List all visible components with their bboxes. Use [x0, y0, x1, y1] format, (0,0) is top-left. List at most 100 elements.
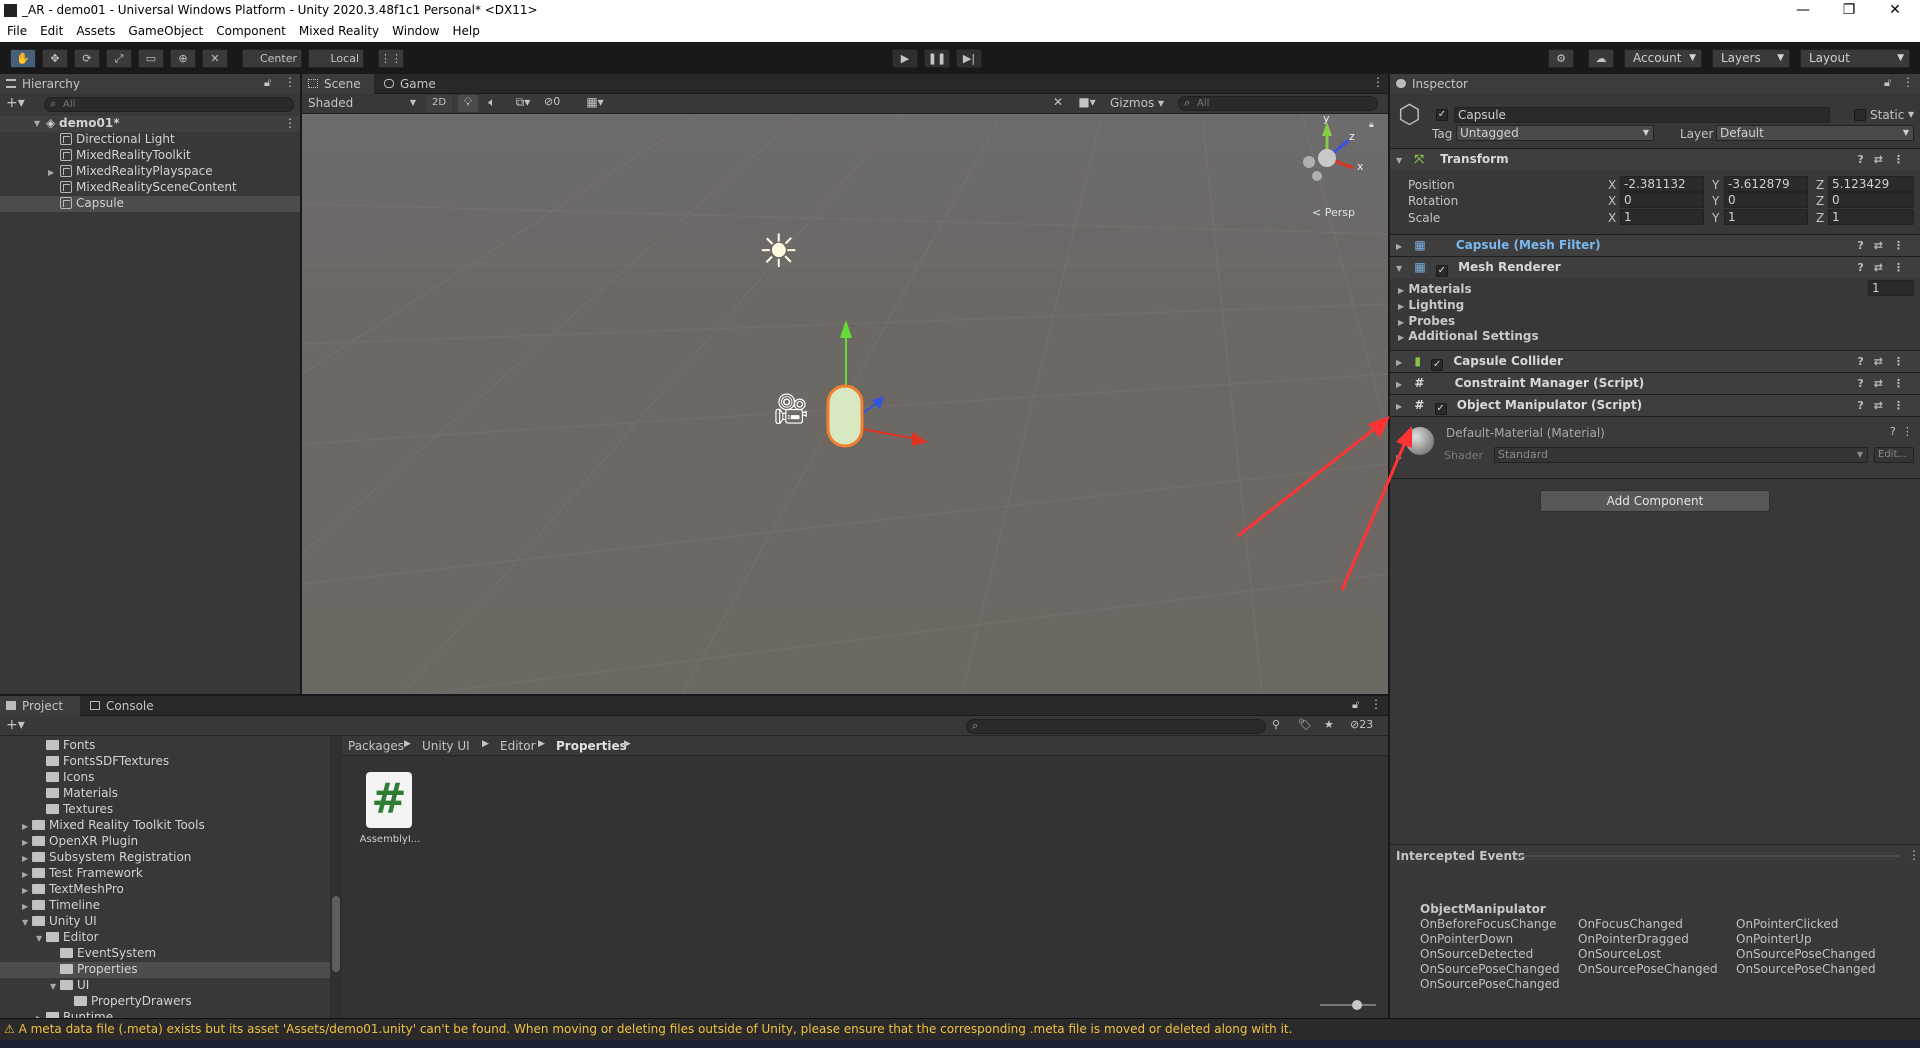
project-folder-row[interactable]: ▼ UI: [0, 978, 330, 994]
project-folder-row[interactable]: PropertyDrawers: [0, 994, 330, 1010]
lighting-toggle-icon[interactable]: 💡︎: [458, 95, 478, 112]
asset-label[interactable]: AssemblyI...: [352, 834, 428, 845]
tab-inspector[interactable]: Inspector: [1390, 74, 1920, 94]
step-button[interactable]: ▶|: [956, 49, 982, 68]
kebab-menu-icon[interactable]: ⋮: [1908, 848, 1920, 862]
tab-project[interactable]: Project: [0, 696, 80, 716]
fold-arrow-icon[interactable]: ▶: [22, 867, 32, 882]
tab-hierarchy[interactable]: Hierarchy: [0, 74, 300, 94]
layout-dropdown[interactable]: Layout ▼: [1800, 49, 1910, 68]
shader-edit-button[interactable]: Edit...: [1874, 447, 1914, 463]
hierarchy-item-selected[interactable]: Capsule: [0, 196, 300, 212]
scale-x-field[interactable]: 1: [1620, 209, 1704, 225]
scene-viewport[interactable]: ☀ 🎥︎ y z x 🔒︎ < Persp: [302, 114, 1388, 694]
project-folder-row[interactable]: FontsSDFTextures: [0, 754, 330, 770]
tree-scrollbar[interactable]: [330, 736, 342, 1018]
menu-window[interactable]: Window: [385, 22, 445, 38]
component-header-icons[interactable]: ?⇄⋮: [1857, 395, 1914, 416]
object-manipulator-enabled-checkbox[interactable]: ✓: [1434, 403, 1447, 415]
mesh-renderer-enabled-checkbox[interactable]: ✓: [1435, 265, 1448, 277]
project-folder-row[interactable]: ▶ TextMeshPro: [0, 882, 330, 898]
effects-dropdown-icon[interactable]: ⧉▾: [506, 95, 540, 112]
lock-icon[interactable]: 🔒︎: [1369, 120, 1374, 130]
material-name[interactable]: Default-Material (Material): [1446, 426, 1605, 440]
lighting-foldout[interactable]: ▶ Lighting: [1390, 298, 1920, 312]
breadcrumb-item-current[interactable]: Properties: [556, 739, 627, 753]
kebab-menu-icon[interactable]: ⋮: [1902, 75, 1914, 89]
scale-tool-icon[interactable]: ⤢: [106, 49, 132, 68]
collab-icon[interactable]: ⚙: [1548, 49, 1574, 68]
component-header-icons[interactable]: ?⇄⋮: [1857, 373, 1914, 394]
scene-root-row[interactable]: ▼ ◈ demo01* ⋮: [0, 116, 300, 132]
fold-arrow-icon[interactable]: ▶: [22, 819, 32, 834]
kebab-menu-icon[interactable]: ⋮: [1372, 75, 1384, 89]
capsule-collider-enabled-checkbox[interactable]: ✓: [1431, 359, 1444, 371]
position-y-field[interactable]: -3.612879: [1724, 176, 1808, 192]
pivot-center-button[interactable]: Center: [242, 49, 302, 68]
additional-settings-foldout[interactable]: ▶ Additional Settings: [1390, 329, 1920, 343]
static-checkbox[interactable]: [1854, 109, 1866, 121]
capsule-collider-header[interactable]: ▶ ▮ ✓ Capsule Collider ?⇄⋮: [1390, 350, 1920, 372]
zoom-slider-thumb[interactable]: [1352, 1000, 1362, 1010]
rotation-y-field[interactable]: 0: [1724, 192, 1808, 208]
project-folder-row[interactable]: ▶ Mixed Reality Toolkit Tools: [0, 818, 330, 834]
shader-dropdown[interactable]: Standard ▼: [1494, 447, 1868, 463]
minimize-button[interactable]: —: [1780, 0, 1826, 22]
tools-icon[interactable]: ✕: [1048, 95, 1068, 112]
status-bar[interactable]: ⚠ A meta data file (.meta) exists but it…: [0, 1018, 1920, 1040]
transform-header[interactable]: ▼ ⤧ Transform ?⇄⋮: [1390, 148, 1920, 170]
material-header-icons[interactable]: ?⋮: [1890, 425, 1919, 438]
grid-snap-icon[interactable]: ⋮⋮: [378, 49, 404, 68]
layer-dropdown[interactable]: Default ▼: [1716, 125, 1914, 141]
maximize-button[interactable]: ❐: [1826, 0, 1872, 22]
kebab-menu-icon[interactable]: ⋮: [284, 116, 296, 131]
fold-arrow-icon[interactable]: ▼: [34, 116, 44, 131]
tab-game[interactable]: Game: [378, 74, 444, 94]
audio-toggle-icon[interactable]: 🔈︎: [482, 95, 502, 112]
rotation-z-field[interactable]: 0: [1828, 192, 1914, 208]
project-folder-row[interactable]: Materials: [0, 786, 330, 802]
project-folder-row[interactable]: ▶ Subsystem Registration: [0, 850, 330, 866]
project-folder-row[interactable]: ▶ Timeline: [0, 898, 330, 914]
transform-tool-icon[interactable]: ⊕: [170, 49, 196, 68]
hierarchy-item[interactable]: MixedRealityToolkit: [0, 148, 300, 164]
add-component-button[interactable]: Add Component: [1540, 490, 1770, 512]
hidden-objects-toggle[interactable]: ⊘0: [544, 95, 574, 112]
fold-arrow-icon[interactable]: ▶: [22, 835, 32, 850]
menu-help[interactable]: Help: [445, 22, 485, 38]
component-header-icons[interactable]: ?⇄⋮: [1857, 235, 1914, 256]
tab-console[interactable]: Console: [84, 696, 164, 716]
kebab-menu-icon[interactable]: ⋮: [284, 75, 296, 89]
project-folder-row[interactable]: Fonts: [0, 738, 330, 754]
object-name-field[interactable]: Capsule: [1454, 107, 1830, 123]
orientation-gizmo[interactable]: y z x 🔒︎: [1287, 114, 1377, 198]
active-checkbox[interactable]: ✓: [1436, 109, 1448, 121]
fold-arrow-icon[interactable]: ▼: [36, 931, 46, 946]
menu-edit[interactable]: Edit: [33, 22, 69, 38]
component-header-icons[interactable]: ?⇄⋮: [1857, 149, 1914, 170]
component-header-icons[interactable]: ?⇄⋮: [1857, 257, 1914, 278]
project-folder-row[interactable]: ▼ Editor: [0, 930, 330, 946]
shading-dropdown[interactable]: Shaded ▼: [304, 95, 420, 112]
gizmos-dropdown[interactable]: Gizmos ▾: [1106, 95, 1168, 112]
hierarchy-search-input[interactable]: All: [44, 97, 294, 112]
lock-icon[interactable]: 🔓︎: [1352, 698, 1359, 712]
rotate-tool-icon[interactable]: ⟳: [74, 49, 100, 68]
move-tool-icon[interactable]: ✥: [42, 49, 68, 68]
project-folder-row[interactable]: Properties: [0, 962, 330, 978]
create-plus-icon[interactable]: +▾: [6, 717, 25, 733]
pause-button[interactable]: ❚❚: [924, 49, 950, 68]
materials-foldout[interactable]: ▶ Materials: [1390, 282, 1920, 296]
kebab-menu-icon[interactable]: ⋮: [1370, 697, 1382, 711]
create-plus-icon[interactable]: +▾: [6, 95, 25, 111]
position-x-field[interactable]: -2.381132: [1620, 176, 1704, 192]
project-folder-row[interactable]: Textures: [0, 802, 330, 818]
hidden-packages-toggle[interactable]: ⊘23: [1350, 718, 1373, 731]
mode-2d-toggle[interactable]: 2D: [426, 95, 452, 112]
probes-foldout[interactable]: ▶ Probes: [1390, 314, 1920, 328]
play-button[interactable]: ▶: [892, 49, 918, 68]
position-z-field[interactable]: 5.123429: [1828, 176, 1914, 192]
fold-arrow-icon[interactable]: ▶: [22, 851, 32, 866]
custom-tool-icon[interactable]: ✕: [202, 49, 228, 68]
object-manipulator-header[interactable]: ▶ # ✓ Object Manipulator (Script) ?⇄⋮: [1390, 394, 1920, 416]
